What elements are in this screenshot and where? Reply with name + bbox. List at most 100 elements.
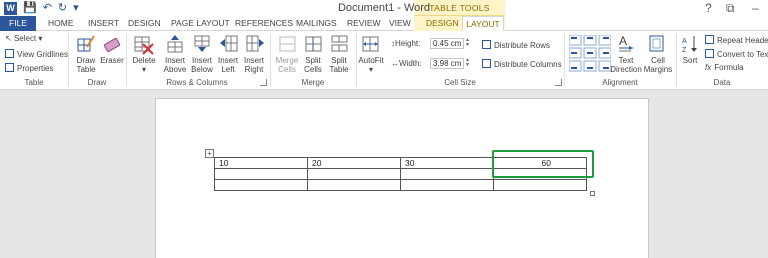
distribute-columns-icon — [482, 59, 491, 68]
select-button[interactable]: ↖ Select ▾ — [5, 34, 42, 44]
insert-left-icon[interactable] — [220, 35, 238, 56]
tab-table-layout[interactable]: LAYOUT — [462, 16, 504, 31]
group-label-alignment: Alignment — [602, 78, 638, 87]
tab-file[interactable]: FILE — [0, 16, 36, 31]
insert-below-icon[interactable] — [194, 35, 212, 56]
tab-table-design[interactable]: DESIGN — [426, 17, 459, 30]
insert-right-icon[interactable] — [246, 35, 264, 56]
tab-page-layout[interactable]: PAGE LAYOUT — [171, 17, 230, 30]
tab-design[interactable]: DESIGN — [128, 17, 161, 30]
insert-above-button[interactable]: Insert Above — [161, 56, 189, 74]
text-direction-button[interactable]: Text Direction — [608, 56, 644, 74]
repeat-header-label: Repeat Header — [717, 36, 768, 45]
split-table-icon[interactable] — [331, 35, 349, 56]
insert-above-label-1: Insert — [164, 56, 185, 65]
table-cell[interactable] — [307, 168, 401, 180]
row-height-input[interactable]: 0.45 cm — [430, 38, 464, 49]
delete-dropdown-icon: ▾ — [141, 65, 146, 74]
distribute-columns-button[interactable]: Distribute Columns — [482, 59, 562, 70]
tab-mailings[interactable]: MAILINGS — [296, 17, 337, 30]
table-cell[interactable] — [493, 179, 587, 191]
table-move-handle-icon[interactable]: + — [205, 149, 214, 158]
row-height-spinner-icon[interactable]: ▲ ▼ — [464, 38, 471, 49]
convert-to-text-button[interactable]: Convert to Text — [705, 49, 768, 60]
tab-review[interactable]: REVIEW — [347, 17, 381, 30]
ribbon-display-options-icon[interactable]: ⧉ — [726, 0, 735, 16]
table-cell[interactable] — [214, 168, 308, 180]
eraser-button[interactable]: Eraser — [100, 56, 124, 65]
split-cells-button[interactable]: Split Cells — [299, 56, 327, 74]
svg-text:A: A — [682, 38, 687, 45]
merge-cells-button[interactable]: Merge Cells — [273, 56, 301, 74]
cell-margins-button[interactable]: Cell Margins — [642, 56, 674, 74]
draw-table-label-1: Draw — [76, 56, 96, 65]
properties-label: Properties — [17, 64, 54, 73]
draw-table-icon[interactable] — [77, 35, 95, 56]
tab-references[interactable]: REFERENCES — [235, 17, 293, 30]
distribute-columns-label: Distribute Columns — [494, 60, 562, 69]
split-table-button[interactable]: Split Table — [325, 56, 353, 74]
group-label-draw: Draw — [87, 78, 107, 87]
cell-margins-label-2: Margins — [643, 65, 673, 74]
delete-button[interactable]: Delete ▾ — [130, 56, 158, 74]
column-width-spinner-icon[interactable]: ▲ ▼ — [464, 58, 471, 69]
alignment-grid-icon[interactable] — [568, 34, 612, 78]
tab-view[interactable]: VIEW — [389, 17, 411, 30]
draw-table-button[interactable]: Draw Table — [72, 56, 100, 74]
column-width-input[interactable]: 3.98 cm — [430, 58, 464, 69]
window-title: Document1 - Word — [337, 2, 431, 14]
column-width-icon: ↔ — [391, 59, 399, 68]
distribute-rows-label: Distribute Rows — [494, 41, 551, 50]
autofit-icon[interactable] — [362, 35, 380, 56]
split-cells-icon[interactable] — [305, 35, 323, 56]
help-icon[interactable]: ? — [705, 0, 712, 16]
text-direction-label-2: Direction — [610, 65, 642, 74]
view-gridlines-button[interactable]: View Gridlines — [5, 49, 68, 60]
table-cell[interactable]: 20 — [307, 157, 401, 169]
select-arrow-icon: ↖ — [5, 34, 12, 43]
merge-cells-icon[interactable] — [279, 35, 297, 56]
delete-table-icon[interactable] — [134, 35, 154, 58]
repeat-header-icon — [705, 35, 714, 44]
insert-above-icon[interactable] — [167, 35, 185, 56]
delete-label: Delete — [132, 56, 156, 65]
title-bar: W 💾 ↶ ↻ ▾ TABLE TOOLS Document1 - Word ?… — [0, 0, 768, 16]
table-row — [214, 179, 587, 191]
autofit-button[interactable]: AutoFit ▾ — [356, 56, 386, 74]
table-cell[interactable] — [400, 168, 494, 180]
height-label: ↕Height: — [391, 39, 420, 49]
cell-size-dialog-launcher-icon[interactable] — [555, 79, 562, 86]
formula-button[interactable]: fx Formula — [705, 63, 744, 73]
tab-home[interactable]: HOME — [48, 17, 74, 30]
insert-left-button[interactable]: Insert Left — [214, 56, 242, 74]
group-label-merge: Merge — [301, 78, 325, 87]
convert-to-text-label: Convert to Text — [717, 50, 768, 59]
insert-below-button[interactable]: Insert Below — [188, 56, 216, 74]
insert-right-button[interactable]: Insert Right — [240, 56, 268, 74]
repeat-header-button[interactable]: Repeat Header — [705, 35, 768, 46]
view-gridlines-label: View Gridlines — [17, 50, 68, 59]
table-resize-handle-icon[interactable] — [590, 191, 595, 196]
table-cell[interactable] — [307, 179, 401, 191]
split-table-label-1: Split — [331, 56, 347, 65]
table-cell[interactable] — [400, 179, 494, 191]
group-label-data: Data — [713, 78, 731, 87]
text-direction-icon[interactable]: A — [617, 34, 635, 57]
table-cell[interactable]: 10 — [214, 157, 308, 169]
eraser-icon[interactable] — [103, 35, 121, 56]
draw-table-label-2: Table — [76, 65, 96, 74]
sort-icon[interactable]: AZ — [682, 35, 700, 56]
table-cell[interactable] — [214, 179, 308, 191]
distribute-rows-button[interactable]: Distribute Rows — [482, 40, 550, 51]
properties-button[interactable]: Properties — [5, 63, 53, 74]
sort-button[interactable]: Sort — [678, 56, 702, 65]
autofit-label: AutoFit — [358, 56, 384, 65]
rows-columns-dialog-launcher-icon[interactable] — [260, 79, 267, 86]
table-cell[interactable]: 30 — [400, 157, 494, 169]
text-direction-label-1: Text — [618, 56, 634, 65]
insert-right-label-1: Insert — [243, 56, 264, 65]
cell-margins-icon[interactable] — [649, 35, 665, 56]
tab-insert[interactable]: INSERT — [88, 17, 119, 30]
minimize-icon[interactable]: – — [752, 0, 759, 16]
width-label-text: Width: — [399, 59, 422, 68]
